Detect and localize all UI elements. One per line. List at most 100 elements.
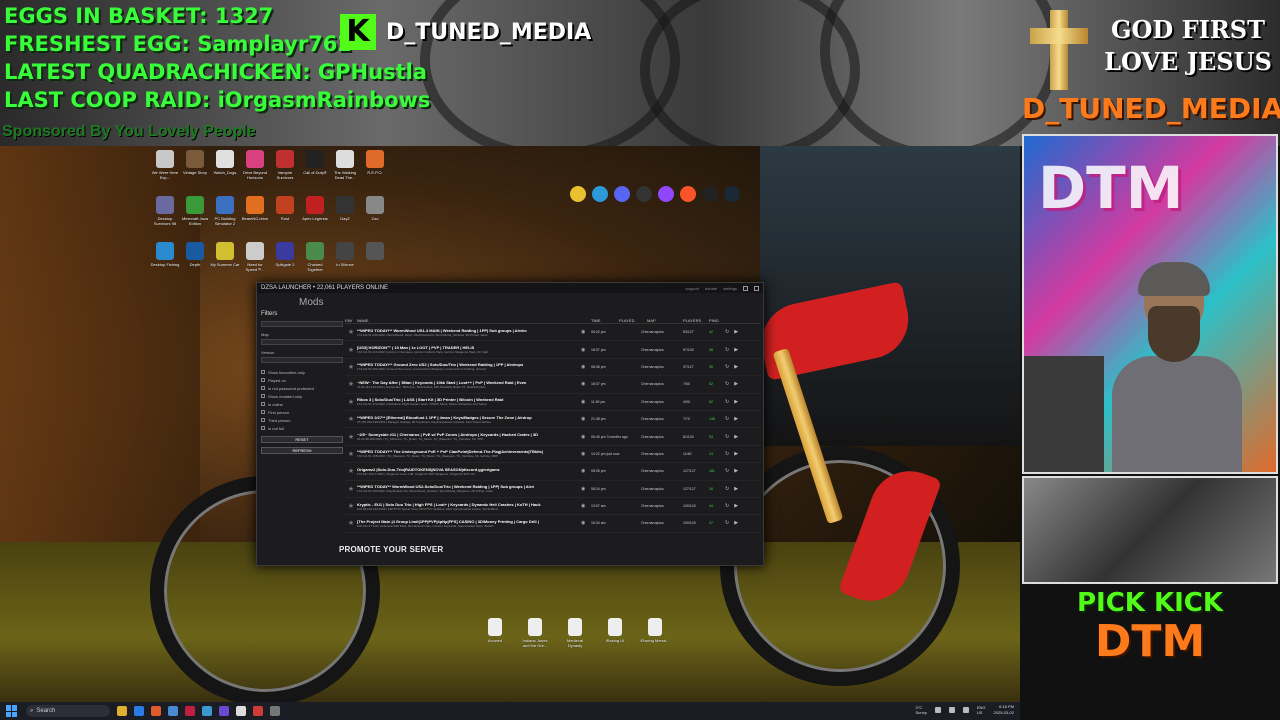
play-icon[interactable]: ▶ — [734, 329, 738, 335]
desktop-shortcut[interactable]: DayZ — [330, 196, 360, 234]
brave-icon[interactable] — [680, 186, 696, 202]
server-row[interactable]: ★ ~2/5~ Sunnyside #11 | Chernarus | PvE w… — [345, 428, 761, 446]
col-players[interactable]: PLAYERS — [683, 318, 709, 323]
favorite-star-icon[interactable]: ★ — [345, 328, 357, 336]
favorite-star-icon[interactable]: ★ — [345, 467, 357, 475]
play-icon[interactable]: ▶ — [734, 381, 738, 387]
desktop-shortcut[interactable]: Call of Duty® — [300, 150, 330, 188]
server-row[interactable]: ★ ~NEW~ The Day After | 5Man | Keycards |… — [345, 376, 761, 394]
checkbox-icon[interactable] — [261, 426, 265, 430]
desktop-shortcut[interactable]: Minecraft Java Edition — [180, 196, 210, 234]
server-row[interactable]: ★ **WIPED TODAY** WormWood US2-Solo/Duo/T… — [345, 481, 761, 498]
desktop-shortcut[interactable]: iRacing UI — [600, 618, 630, 656]
desktop-shortcut[interactable]: Vampire Survivors — [270, 150, 300, 188]
desktop-shortcut[interactable]: Medieval Dynasty — [560, 618, 590, 656]
refresh-icon[interactable]: ↻ — [725, 468, 729, 474]
server-row[interactable]: ★ **WIPED TODAY!** Ground Zero US2 | Solo… — [345, 359, 761, 377]
favorite-star-icon[interactable]: ★ — [345, 502, 357, 510]
refresh-button[interactable]: REFRESH — [261, 447, 343, 454]
wifi-icon[interactable] — [948, 707, 955, 713]
taskbar-app-icon[interactable] — [202, 706, 212, 716]
filter-checkbox[interactable]: Is not full — [261, 424, 343, 432]
favorite-star-icon[interactable]: ★ — [345, 433, 357, 441]
taskbar-app-icon[interactable] — [185, 706, 195, 716]
server-search-input[interactable] — [261, 321, 343, 327]
close-icon[interactable] — [754, 285, 759, 291]
checkbox-icon[interactable] — [261, 386, 265, 390]
refresh-icon[interactable]: ↻ — [725, 451, 729, 457]
server-row[interactable]: ★ [US3] HORIZON™ | 10 Man | 1x LOOT | PVP… — [345, 341, 761, 359]
filter-checkbox[interactable]: Third person — [261, 416, 343, 424]
server-row[interactable]: ★ Origamz2 |Solo-Duo-Trio|RAIDTOKENS|NOVA… — [345, 463, 761, 481]
desktop-shortcut[interactable]: R.E.P.O. — [360, 150, 390, 188]
desktop-shortcut[interactable]: PC Building Simulator 2 — [210, 196, 240, 234]
desktop-shortcut[interactable]: Depth — [180, 242, 210, 280]
desktop-shortcut[interactable]: Chained Together — [300, 242, 330, 280]
checkbox-icon[interactable] — [261, 370, 265, 374]
favorite-star-icon[interactable]: ★ — [345, 346, 357, 354]
steam-icon[interactable] — [724, 186, 740, 202]
chevron-up-icon[interactable] — [934, 707, 941, 713]
desktop-shortcut[interactable]: Rust — [270, 196, 300, 234]
server-row[interactable]: ★ Rikos 3 | Solo/Duo/Trio | LASS | Start … — [345, 394, 761, 411]
edge-icon[interactable] — [592, 186, 608, 202]
desktop-shortcut[interactable]: Zoo — [360, 196, 390, 234]
play-icon[interactable]: ▶ — [734, 347, 738, 353]
taskbar-app-icon[interactable] — [151, 706, 161, 716]
col-fav[interactable]: FAV — [345, 318, 357, 323]
server-row[interactable]: ★ [The Project Main |4 Group Limit|1PP|PV… — [345, 515, 761, 533]
favorite-star-icon[interactable]: ★ — [345, 380, 357, 388]
play-icon[interactable]: ▶ — [734, 520, 738, 526]
favorite-star-icon[interactable]: ★ — [345, 519, 357, 527]
desktop-shortcut[interactable]: Splitgate 2 — [270, 242, 300, 280]
desktop-shortcut[interactable]: Indiana Jones and the Gre... — [520, 618, 550, 656]
desktop-shortcut[interactable]: The Walking Dead The... — [330, 150, 360, 188]
play-icon[interactable]: ▶ — [734, 399, 738, 405]
col-map[interactable]: MAP — [647, 318, 683, 323]
filter-checkbox[interactable]: Is online — [261, 400, 343, 408]
favorite-star-icon[interactable]: ★ — [345, 398, 357, 406]
desktop-shortcut[interactable]: In Silence — [330, 242, 360, 280]
desktop-shortcut[interactable]: BeamNG.drive — [240, 196, 270, 234]
col-name[interactable]: NAME — [357, 318, 591, 323]
epic-icon[interactable] — [702, 186, 718, 202]
refresh-icon[interactable]: ↻ — [725, 399, 729, 405]
volume-icon[interactable] — [962, 707, 969, 713]
language-indicator[interactable]: ENG US — [977, 705, 986, 715]
desktop-shortcut[interactable]: Apex Legends — [300, 196, 330, 234]
play-icon[interactable]: ▶ — [734, 364, 738, 370]
play-icon[interactable]: ▶ — [734, 468, 738, 474]
version-select[interactable] — [261, 357, 343, 363]
play-icon[interactable]: ▶ — [734, 486, 738, 492]
desktop-shortcut[interactable]: Vintage Story — [180, 150, 210, 188]
refresh-icon[interactable]: ↻ — [725, 434, 729, 440]
taskbar-app-icon[interactable] — [236, 706, 246, 716]
donate-link[interactable]: donate — [705, 286, 717, 291]
taskbar-app-icon[interactable] — [219, 706, 229, 716]
col-time[interactable]: TIME — [591, 318, 619, 323]
refresh-icon[interactable]: ↻ — [725, 347, 729, 353]
weather-widget[interactable]: 3°C Sunny — [916, 705, 927, 715]
favorite-star-icon[interactable]: ★ — [345, 363, 357, 371]
taskbar-app-icon[interactable] — [253, 706, 263, 716]
col-ping[interactable]: PING — [709, 318, 729, 323]
play-icon[interactable]: ▶ — [734, 416, 738, 422]
checkbox-icon[interactable] — [261, 402, 265, 406]
desktop-shortcut[interactable]: We Were Here Exp... — [150, 150, 180, 188]
server-row[interactable]: ★ **WIPED TODAY!** WormWood US1-3 MAIN | … — [345, 324, 761, 342]
support-link[interactable]: support — [686, 286, 699, 291]
checkbox-icon[interactable] — [261, 410, 265, 414]
play-icon[interactable]: ▶ — [734, 451, 738, 457]
refresh-icon[interactable]: ↻ — [725, 329, 729, 335]
desktop-shortcut[interactable]: My Summer Car — [210, 242, 240, 280]
favorite-star-icon[interactable]: ★ — [345, 450, 357, 458]
desktop-shortcut[interactable]: Desktop Fishing — [150, 242, 180, 280]
favorite-star-icon[interactable]: ★ — [345, 485, 357, 493]
server-row[interactable]: ★ Kryptic - EU1 | Solo Duo Trio | High FP… — [345, 498, 761, 516]
server-row[interactable]: ★ **WIPED 2/27** [Ethereal] Bloodlust 1 1… — [345, 411, 761, 429]
taskbar-app-icon[interactable] — [134, 706, 144, 716]
desktop-shortcut[interactable]: iRacing Memb... — [640, 618, 670, 656]
favorite-star-icon[interactable]: ★ — [345, 415, 357, 423]
taskbar-app-icon[interactable] — [117, 706, 127, 716]
filter-checkbox[interactable]: Show modded only — [261, 392, 343, 400]
